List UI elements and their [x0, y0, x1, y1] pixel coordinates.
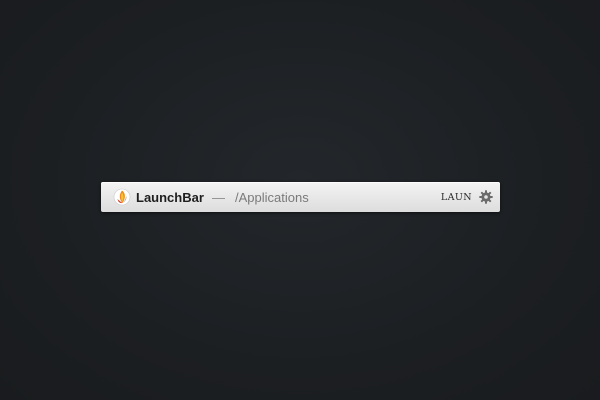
desktop-background: LaunchBar — /Applications LAUN — [0, 0, 600, 400]
selected-app-name: LaunchBar — [136, 190, 204, 205]
gear-icon[interactable] — [479, 190, 493, 204]
title-separator: — — [212, 190, 225, 205]
selected-app-path: /Applications — [235, 190, 309, 205]
typed-abbreviation: LAUN — [440, 192, 472, 203]
launchbar-app-icon — [113, 188, 131, 206]
launchbar-window[interactable]: LaunchBar — /Applications LAUN — [101, 182, 500, 212]
